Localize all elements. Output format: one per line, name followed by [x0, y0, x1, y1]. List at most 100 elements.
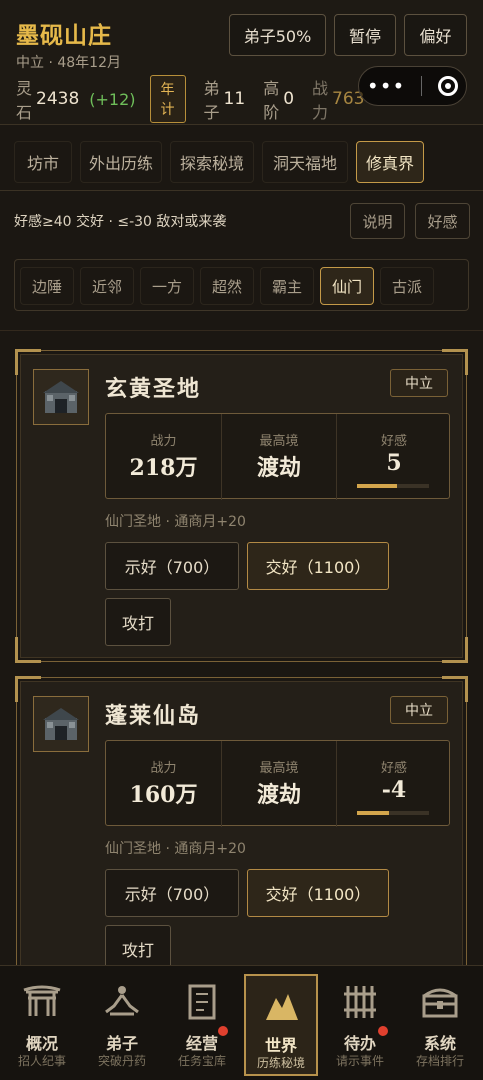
- stance-badge: 中立: [390, 696, 448, 724]
- befriend-button[interactable]: 示好（700）: [105, 869, 239, 917]
- favor-stat-label: 好感: [380, 434, 407, 449]
- befriend-button[interactable]: 示好（700）: [105, 542, 239, 590]
- attack-button[interactable]: 攻打: [105, 598, 171, 646]
- spirit-stone-label: 灵石: [16, 79, 33, 122]
- ornament-corner: [15, 637, 41, 663]
- nav-label: 概况: [25, 1034, 58, 1053]
- realm-stat-value: 渡劫: [256, 455, 301, 481]
- high-rank-label: 高阶: [263, 79, 280, 122]
- faction-stats: 战力 218万 最高境 渡劫 好感 5: [105, 413, 451, 500]
- disciples-value: 11: [223, 89, 246, 109]
- power-stat-value: 218万: [129, 455, 198, 481]
- capsule-divider: [421, 76, 423, 96]
- more-icon[interactable]: •••: [367, 74, 405, 98]
- nav-label: 经营: [185, 1034, 218, 1053]
- help-button[interactable]: 说明: [350, 203, 405, 239]
- favor-stat: 好感 5: [336, 414, 451, 500]
- realm-stat-label: 最高境: [259, 761, 299, 776]
- tab-blessed-land[interactable]: 洞天福地: [262, 141, 348, 183]
- nav-management[interactable]: 经营 任务宝库: [162, 966, 242, 1080]
- nav-label: 世界: [264, 1036, 297, 1055]
- spirit-stone-value: 2438: [36, 89, 80, 109]
- faction-name: 蓬莱仙岛: [105, 703, 202, 729]
- sect-name: 墨砚山庄: [16, 22, 112, 49]
- nav-label: 弟子: [105, 1034, 138, 1053]
- nav-sublabel: 存档排行: [415, 1054, 464, 1068]
- nav-sublabel: 突破丹药: [97, 1054, 146, 1068]
- favor-sort-button[interactable]: 好感: [415, 203, 470, 239]
- spirit-stone-delta: (+12): [89, 89, 136, 109]
- subtab-transcendent[interactable]: 超然: [200, 267, 254, 305]
- realm-stat-label: 最高境: [259, 434, 299, 449]
- ally-button[interactable]: 交好（1100）: [247, 869, 389, 917]
- pause-button[interactable]: 暂停: [334, 14, 396, 56]
- meditation-icon: [102, 982, 142, 1022]
- subtab-neighbor[interactable]: 近邻: [80, 267, 134, 305]
- favor-bar-fill: [357, 484, 397, 488]
- tab-cultivation-world[interactable]: 修真界: [356, 141, 424, 183]
- section-divider: [0, 330, 483, 331]
- faction-stats: 战力 160万 最高境 渡劫 好感 -4: [105, 740, 451, 827]
- bamboo-icon: [340, 982, 380, 1022]
- realm-stat: 最高境 渡劫: [221, 741, 336, 827]
- favor-bar: [357, 811, 429, 815]
- favor-stat-label: 好感: [380, 761, 407, 776]
- faction-card: 蓬莱仙岛 中立 战力 160万 最高境 渡劫 好感 -4 仙门圣地 · 通商月+…: [15, 676, 468, 989]
- chest-icon: [420, 982, 460, 1022]
- nav-system[interactable]: 系统 存档排行: [400, 966, 480, 1080]
- faction-tier-tabs: 边陲 近邻 一方 超然 霸主 仙门 古派: [14, 259, 469, 311]
- favor-stat: 好感 -4: [336, 741, 451, 827]
- power-stat-label: 战力: [150, 761, 177, 776]
- power-stat: 战力 218万: [106, 414, 221, 500]
- ornament-corner: [442, 637, 468, 663]
- faction-gate-icon: [33, 369, 89, 425]
- nav-disciples[interactable]: 弟子 突破丹药: [82, 966, 162, 1080]
- scroll-icon: [182, 982, 222, 1022]
- subtab-immortal-sect[interactable]: 仙门: [320, 267, 374, 305]
- high-rank-value: 0: [283, 89, 295, 109]
- nav-world[interactable]: 世界 历练秘境: [244, 974, 318, 1076]
- nav-sublabel: 招人纪事: [17, 1054, 66, 1068]
- disciple-ratio-button[interactable]: 弟子50%: [229, 14, 326, 56]
- power-stat-value: 160万: [129, 782, 198, 808]
- nav-overview[interactable]: 概况 招人纪事: [2, 966, 82, 1080]
- realm-stat: 最高境 渡劫: [221, 414, 336, 500]
- preferences-button[interactable]: 偏好: [404, 14, 467, 56]
- faction-gate-icon: [33, 696, 89, 752]
- bottom-nav: 概况 招人纪事 弟子 突破丹药 经营 任务宝库 世界 历练秘境 待办 请示事件: [0, 965, 483, 1080]
- nav-label: 待办: [343, 1034, 376, 1053]
- favor-bar: [357, 484, 429, 488]
- disciples-label: 弟子: [203, 79, 220, 122]
- nav-sublabel: 请示事件: [335, 1054, 384, 1068]
- resource-row: 灵石 2438 (+12) 年计 弟子 11 高阶 0 战力 763: [16, 75, 365, 123]
- gate-icon: [22, 982, 62, 1022]
- favor-rule-text: 好感≥40 交好 · ≤-30 敌对或来袭: [14, 214, 227, 230]
- power-stat: 战力 160万: [106, 741, 221, 827]
- mountain-icon: [262, 986, 302, 1026]
- close-target-icon[interactable]: [438, 76, 459, 96]
- favor-rule-bar: 好感≥40 交好 · ≤-30 敌对或来袭 说明 好感: [0, 195, 483, 247]
- nav-todo[interactable]: 待办 请示事件: [320, 966, 400, 1080]
- annual-plan-button[interactable]: 年计: [149, 75, 186, 123]
- nav-sublabel: 任务宝库: [177, 1054, 226, 1068]
- subtab-ancient[interactable]: 古派: [380, 267, 434, 305]
- tab-travel[interactable]: 外出历练: [80, 141, 162, 183]
- nav-label: 系统: [423, 1034, 456, 1053]
- tab-secret-realm[interactable]: 探索秘境: [170, 141, 254, 183]
- favor-stat-value: 5: [386, 450, 402, 476]
- ally-button[interactable]: 交好（1100）: [247, 542, 389, 590]
- tab-market[interactable]: 坊市: [14, 141, 72, 183]
- subtab-frontier[interactable]: 边陲: [20, 267, 74, 305]
- top-bar: 墨砚山庄 中立 · 48年12月 弟子50% 暂停 偏好 灵石 2438 (+1…: [0, 0, 483, 125]
- sect-status: 中立 · 48年12月: [16, 55, 121, 71]
- subtab-regional[interactable]: 一方: [140, 267, 194, 305]
- realm-stat-value: 渡劫: [256, 782, 301, 808]
- faction-desc: 仙门圣地 · 通商月+20: [105, 514, 246, 530]
- miniprogram-capsule[interactable]: •••: [358, 66, 467, 106]
- faction-desc: 仙门圣地 · 通商月+20: [105, 841, 246, 857]
- world-tabs: 坊市 外出历练 探索秘境 洞天福地 修真界: [0, 131, 483, 191]
- subtab-overlord[interactable]: 霸主: [260, 267, 314, 305]
- power-label: 战力: [312, 79, 329, 122]
- favor-bar-fill: [357, 811, 390, 815]
- favor-stat-value: -4: [381, 777, 407, 803]
